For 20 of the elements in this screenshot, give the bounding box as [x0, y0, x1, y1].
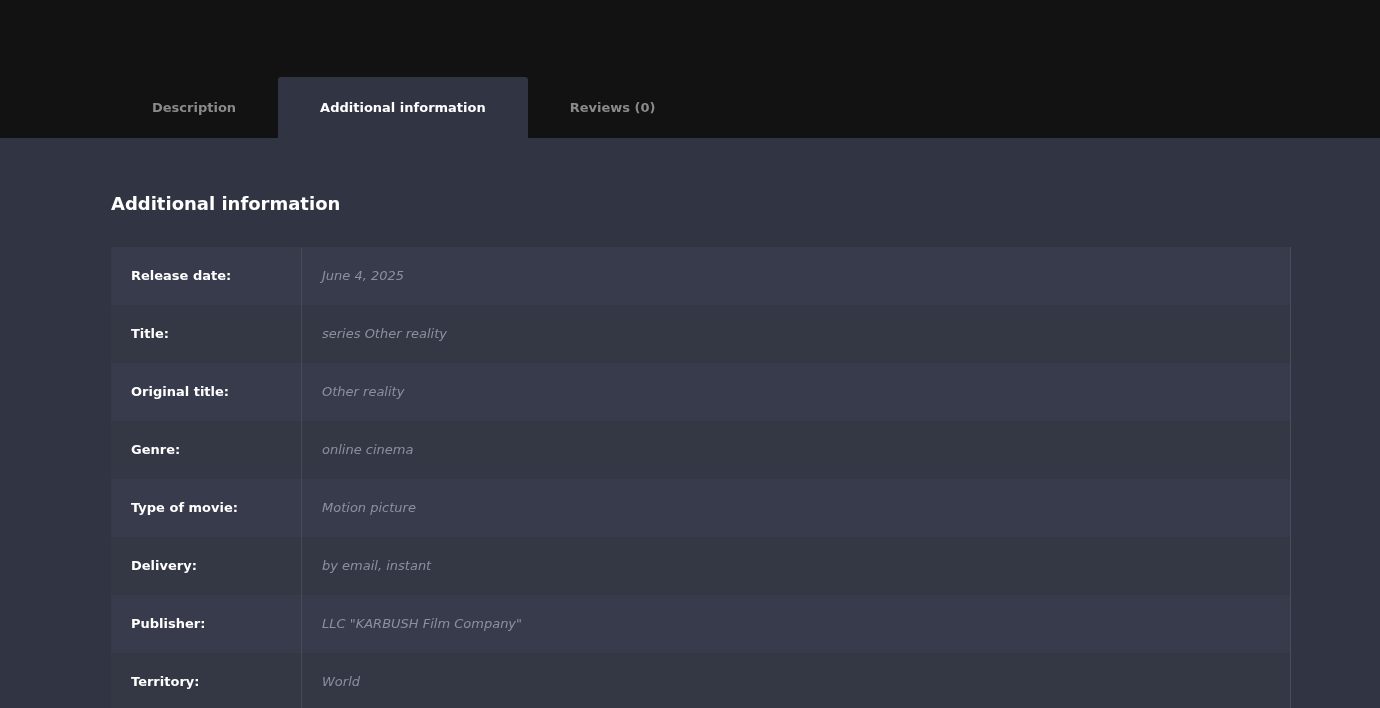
row-label: Type of movie:	[131, 499, 238, 518]
row-value: online cinema	[322, 441, 414, 460]
row-value: LLC "KARBUSH Film Company"	[322, 615, 523, 634]
section-heading: Additional information	[111, 192, 342, 216]
row-label: Genre:	[131, 441, 181, 460]
tab[interactable]: Additional information	[278, 77, 528, 138]
tab[interactable]: Description	[110, 77, 279, 138]
row-label: Delivery:	[131, 557, 197, 576]
row-label: Release date:	[131, 267, 232, 286]
row-label: Original title:	[131, 383, 230, 402]
row-value: Motion picture	[322, 499, 416, 518]
row-label: Territory:	[131, 673, 200, 692]
row-value: Other reality	[322, 383, 405, 402]
row-value: series Other reality	[322, 325, 447, 344]
tab[interactable]: Reviews (0)	[527, 77, 698, 138]
row-value: World	[322, 673, 361, 692]
row-value: June 4, 2025	[322, 267, 405, 286]
row-label: Title:	[131, 325, 169, 344]
row-value: by email, instant	[322, 557, 432, 576]
row-label: Publisher:	[131, 615, 206, 634]
